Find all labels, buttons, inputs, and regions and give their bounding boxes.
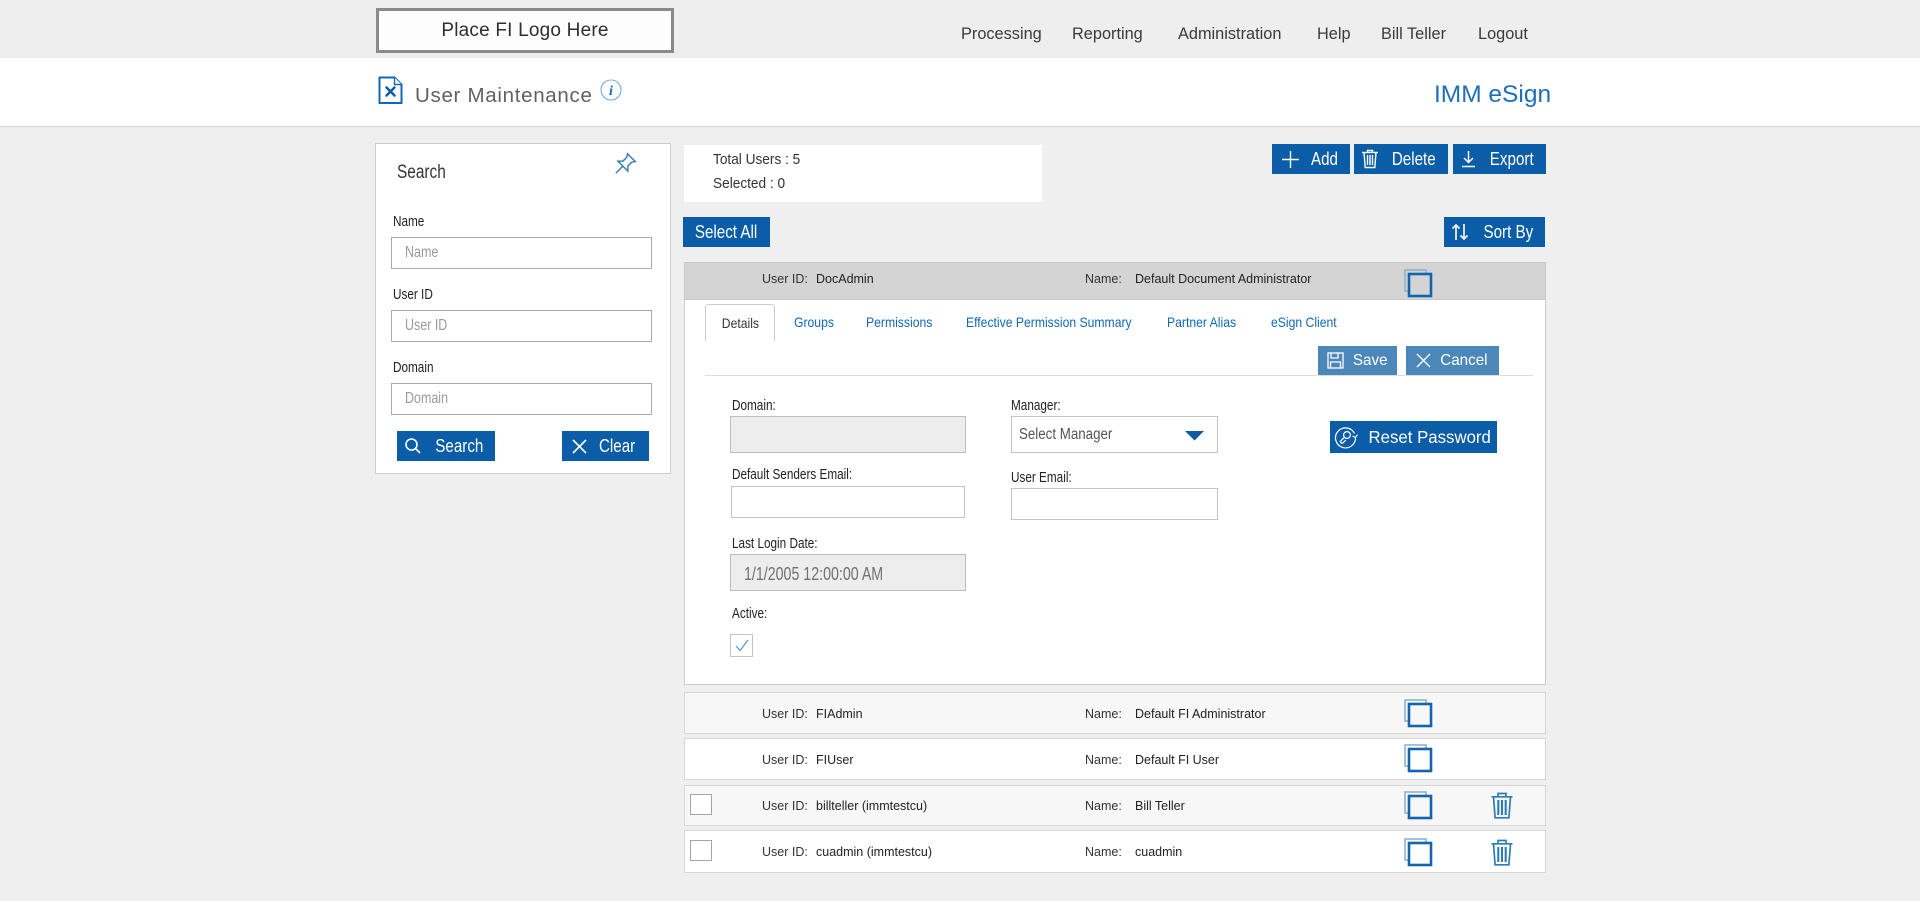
svg-text:i: i [609,84,613,99]
